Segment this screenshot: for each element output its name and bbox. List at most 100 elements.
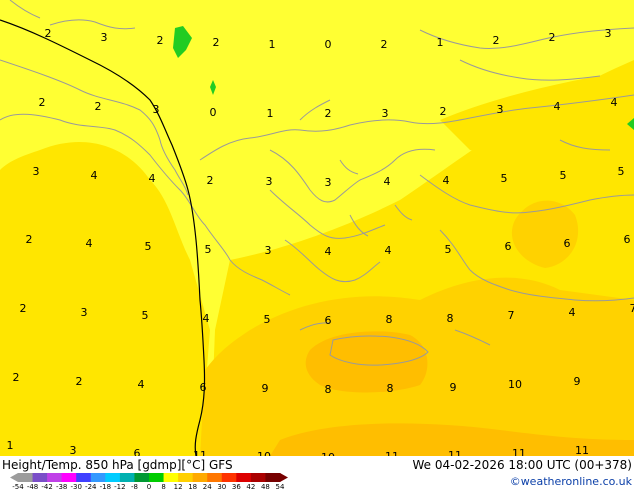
scale-tick-label: -54 bbox=[12, 483, 24, 490]
temperature-value: 4 bbox=[86, 237, 93, 250]
temperature-value: 5 bbox=[560, 169, 567, 182]
temperature-value: 2 bbox=[13, 371, 20, 384]
temperature-value: 2 bbox=[20, 302, 27, 315]
temperature-value: 3 bbox=[497, 103, 504, 116]
scale-swatch bbox=[47, 473, 63, 482]
temperature-value: 1 bbox=[269, 38, 276, 51]
color-scale: -54 -48 -42 -38 -30 -24 -18 -12 -8 0 8 12 18 24 30 36 42… bbox=[10, 473, 288, 490]
temperature-value: 4 bbox=[569, 306, 576, 319]
scale-swatch bbox=[250, 473, 266, 482]
scale-swatch bbox=[265, 473, 281, 482]
temperature-value: 0 bbox=[210, 106, 217, 119]
temperature-value: 0 bbox=[325, 38, 332, 51]
temperature-value: 3 bbox=[153, 103, 160, 116]
scale-swatch bbox=[163, 473, 179, 482]
temperature-value: 4 bbox=[554, 100, 561, 113]
temperature-value: 4 bbox=[611, 96, 618, 109]
temperature-value: 3 bbox=[266, 175, 273, 188]
temperature-value: 2 bbox=[381, 38, 388, 51]
temperature-value: 1 bbox=[7, 439, 14, 452]
temperature-value: 4 bbox=[443, 174, 450, 187]
temperature-value: 2 bbox=[213, 36, 220, 49]
temperature-value: 11 bbox=[575, 444, 589, 457]
temperature-value: 3 bbox=[325, 176, 332, 189]
map-field: 2 3 2 2 1 0 2 1 2 2 32 2 3 0 1 2 3 2 3 4 43 4 4 2 3 3 4 4 5 5 52 4 5 5 3 4 4… bbox=[0, 0, 634, 457]
temperature-value: 7 bbox=[508, 309, 515, 322]
temperature-value: 2 bbox=[26, 233, 33, 246]
temperature-value: 3 bbox=[382, 107, 389, 120]
temperature-value: 6 bbox=[200, 381, 207, 394]
temperature-value: 4 bbox=[91, 169, 98, 182]
temperature-value: 3 bbox=[265, 244, 272, 257]
temperature-value: 4 bbox=[149, 172, 156, 185]
temperature-value: 8 bbox=[386, 313, 393, 326]
temperature-value: 2 bbox=[76, 375, 83, 388]
datetime-label: We 04-02-2026 18:00 UTC (00+378) bbox=[412, 458, 632, 472]
map-title: Height/Temp. 850 hPa [gdmp][°C] GFS bbox=[2, 458, 233, 472]
temperature-value: 5 bbox=[445, 243, 452, 256]
scale-tick-label: -48 bbox=[27, 483, 38, 490]
scale-swatch bbox=[192, 473, 208, 482]
scale-swatch bbox=[105, 473, 121, 482]
temperature-value: 6 bbox=[325, 314, 332, 327]
temperature-value: 5 bbox=[205, 243, 212, 256]
temperature-value: 5 bbox=[142, 309, 149, 322]
temperature-value: 1 bbox=[437, 36, 444, 49]
temperature-value: 7 bbox=[630, 302, 634, 315]
temperature-value: 9 bbox=[262, 382, 269, 395]
temperature-value: 3 bbox=[81, 306, 88, 319]
scale-tick-label: -8 bbox=[131, 483, 138, 490]
scale-tick-label: -30 bbox=[71, 483, 82, 490]
temperature-value: 6 bbox=[564, 237, 571, 250]
scale-tick-label: 0 bbox=[147, 483, 151, 490]
temperature-value: 3 bbox=[605, 27, 612, 40]
temperature-value: 9 bbox=[574, 375, 581, 388]
scale-tick-label: 8 bbox=[161, 483, 165, 490]
temperature-value: 9 bbox=[450, 381, 457, 394]
temperature-value: 2 bbox=[325, 107, 332, 120]
scale-tick-label: -38 bbox=[56, 483, 67, 490]
temperature-value: 4 bbox=[385, 244, 392, 257]
scale-tick-label: -24 bbox=[85, 483, 97, 490]
scale-swatch bbox=[119, 473, 135, 482]
temperature-value: 4 bbox=[138, 378, 145, 391]
scale-tick-label: 42 bbox=[246, 483, 255, 490]
scale-swatch bbox=[18, 473, 34, 482]
temperature-value: 5 bbox=[264, 313, 271, 326]
temperature-value: 2 bbox=[549, 31, 556, 44]
scale-swatch bbox=[236, 473, 252, 482]
scale-tick-label: 24 bbox=[203, 483, 212, 490]
temperature-value: 2 bbox=[493, 34, 500, 47]
temperature-value: 5 bbox=[618, 165, 625, 178]
temperature-value: 2 bbox=[95, 100, 102, 113]
temperature-value: 3 bbox=[33, 165, 40, 178]
scale-tick-label: 54 bbox=[276, 483, 285, 490]
temperature-value: 5 bbox=[145, 240, 152, 253]
temperature-value: 8 bbox=[325, 383, 332, 396]
scale-tick-label: 36 bbox=[232, 483, 241, 490]
temperature-value: 4 bbox=[325, 245, 332, 258]
scale-tick-label: 18 bbox=[188, 483, 197, 490]
temperature-value: 2 bbox=[39, 96, 46, 109]
scale-tick-label: -18 bbox=[100, 483, 111, 490]
scale-tick-label: 12 bbox=[174, 483, 183, 490]
scale-swatch bbox=[32, 473, 48, 482]
temperature-value: 3 bbox=[101, 31, 108, 44]
temperature-value: 2 bbox=[157, 34, 164, 47]
scale-swatch bbox=[178, 473, 194, 482]
scale-tick-label: -12 bbox=[114, 483, 125, 490]
scale-swatch bbox=[149, 473, 165, 482]
scale-tick-label: -42 bbox=[41, 483, 52, 490]
scale-swatch bbox=[76, 473, 92, 482]
scale-tick-label: 48 bbox=[261, 483, 270, 490]
temperature-value: 3 bbox=[70, 444, 77, 457]
weather-map: 2 3 2 2 1 0 2 1 2 2 32 2 3 0 1 2 3 2 3 4 43 4 4 2 3 3 4 4 5 5 52 4 5 5 3 4 4… bbox=[0, 0, 634, 490]
temperature-value: 5 bbox=[501, 172, 508, 185]
temperature-value: 2 bbox=[45, 27, 52, 40]
map-container: 2322102122322301232344344233445552455344… bbox=[0, 0, 634, 490]
scale-tick-label: 30 bbox=[217, 483, 226, 490]
credit-link[interactable]: ©weatheronline.co.uk bbox=[510, 475, 632, 488]
temperature-value: 6 bbox=[624, 233, 631, 246]
temperature-value: 10 bbox=[508, 378, 522, 391]
temperature-value: 2 bbox=[207, 174, 214, 187]
